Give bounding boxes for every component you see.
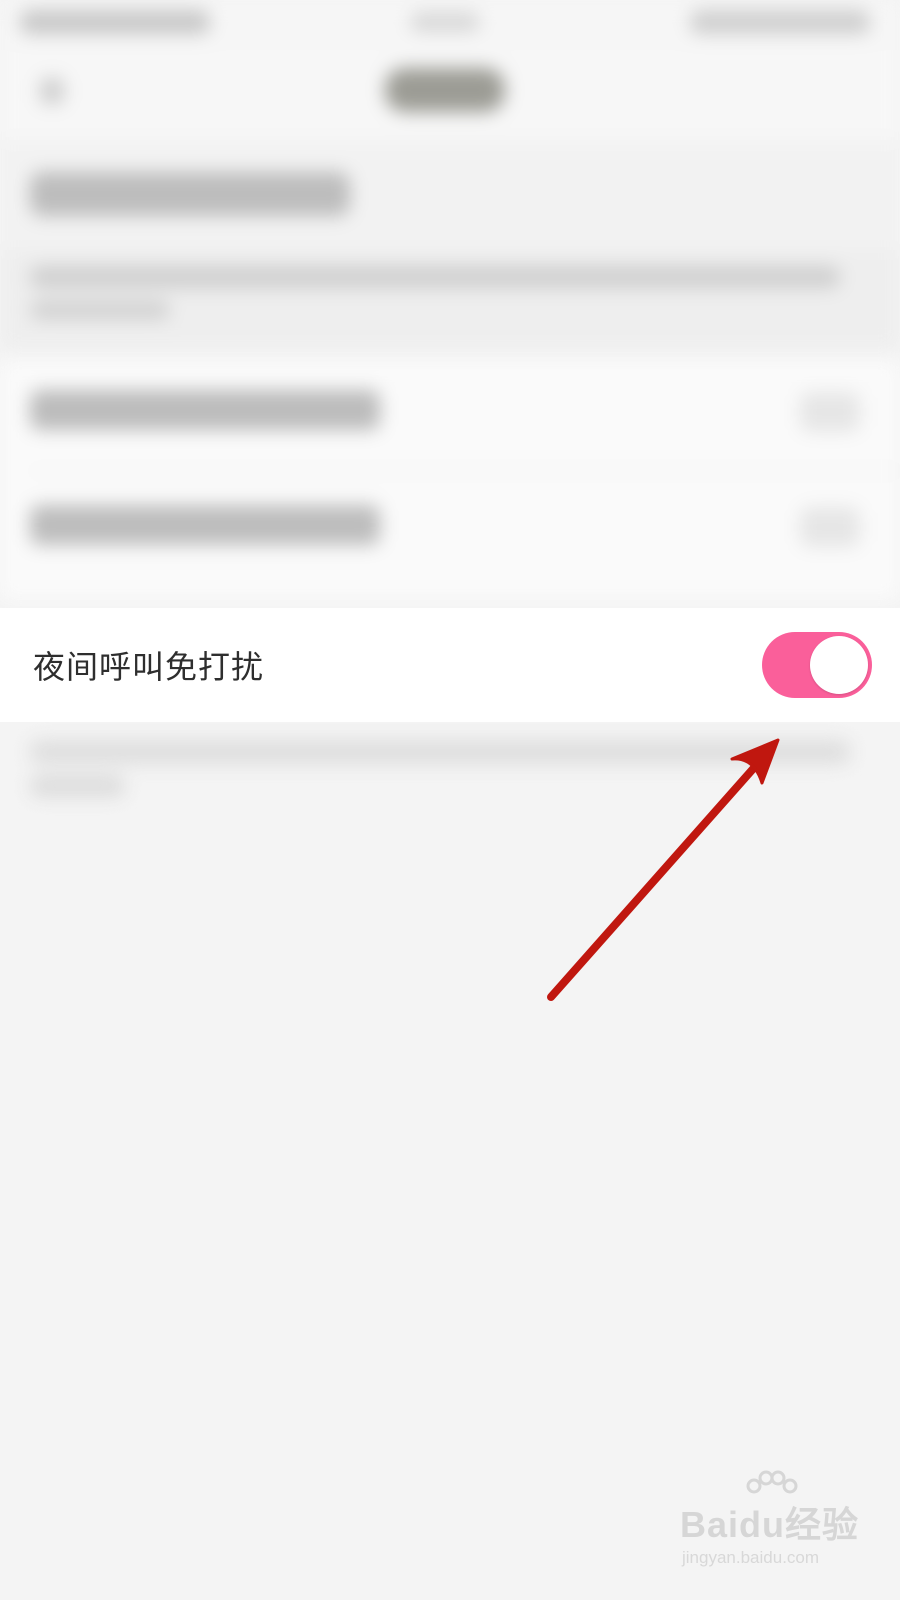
section-description-line bbox=[30, 300, 170, 320]
status-bar-right bbox=[690, 10, 870, 34]
settings-row-label[interactable] bbox=[30, 390, 380, 430]
back-icon[interactable] bbox=[40, 78, 64, 104]
blurred-background bbox=[0, 0, 900, 900]
watermark-url: jingyan.baidu.com bbox=[682, 1548, 820, 1567]
settings-row-control[interactable] bbox=[800, 507, 860, 547]
night-call-dnd-row[interactable]: 夜间呼叫免打扰 bbox=[0, 608, 900, 722]
status-bar-center bbox=[410, 12, 480, 32]
setting-label: 夜间呼叫免打扰 bbox=[33, 648, 265, 686]
section-heading bbox=[30, 172, 350, 216]
watermark-logo: Baidu经验 bbox=[680, 1504, 860, 1545]
settings-row-label[interactable] bbox=[30, 505, 380, 545]
divider bbox=[30, 470, 900, 472]
watermark: Baidu经验 jingyan.baidu.com bbox=[680, 1470, 860, 1580]
setting-description-line bbox=[30, 775, 125, 797]
toggle-knob bbox=[810, 636, 868, 694]
setting-description-line bbox=[30, 740, 850, 764]
status-bar-left bbox=[20, 10, 210, 34]
settings-row-control[interactable] bbox=[800, 392, 860, 432]
page-title bbox=[385, 68, 505, 112]
section-description-line bbox=[30, 266, 840, 288]
screen: 夜间呼叫免打扰 Baidu经验 jingyan.baidu.com bbox=[0, 0, 900, 1600]
toggle-switch[interactable] bbox=[762, 632, 872, 698]
